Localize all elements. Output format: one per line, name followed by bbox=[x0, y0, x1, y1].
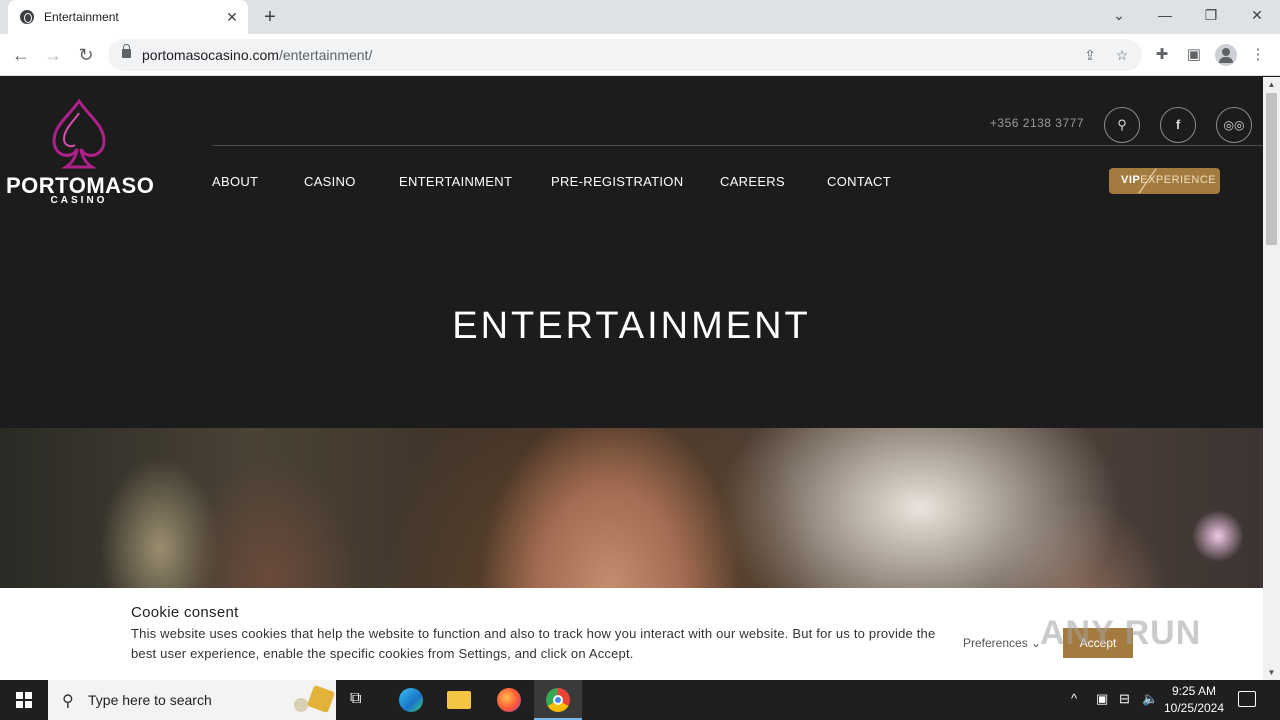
volume-icon[interactable]: 🔈 bbox=[1142, 691, 1158, 707]
nav-casino[interactable]: CASINO bbox=[304, 174, 356, 189]
start-button[interactable] bbox=[0, 680, 48, 720]
nav-about[interactable]: ABOUT bbox=[212, 174, 258, 189]
logo-subtitle: CASINO bbox=[50, 195, 108, 206]
folder-icon bbox=[447, 691, 471, 709]
task-view-button[interactable]: ⧉ bbox=[336, 680, 384, 720]
search-highlight-icon bbox=[294, 698, 308, 712]
globe-icon bbox=[20, 10, 34, 24]
firefox-icon bbox=[497, 688, 521, 712]
header-divider bbox=[212, 145, 1263, 146]
clock-date[interactable]: 10/25/2024 bbox=[1160, 701, 1228, 715]
search-placeholder: Type here to search bbox=[88, 692, 212, 708]
taskbar-file-explorer[interactable] bbox=[435, 680, 483, 720]
search-highlight-image bbox=[306, 684, 336, 714]
browser-tab[interactable]: Entertainment ✕ bbox=[8, 0, 248, 34]
page-title: ENTERTAINMENT bbox=[452, 305, 811, 347]
edge-icon bbox=[399, 688, 423, 712]
anyrun-watermark: ANY RUN bbox=[1040, 614, 1202, 652]
share-icon[interactable]: ⇪ bbox=[1080, 45, 1100, 65]
meet-now-icon[interactable]: ▣ bbox=[1096, 691, 1108, 707]
nav-pre-registration[interactable]: PRE-REGISTRATION bbox=[551, 174, 683, 189]
new-tab-button[interactable]: + bbox=[258, 5, 282, 29]
page-scrollbar[interactable]: ▲ ▼ bbox=[1263, 77, 1280, 680]
taskbar-search[interactable]: ⚲ Type here to search bbox=[48, 680, 336, 720]
profile-avatar-icon[interactable] bbox=[1215, 44, 1237, 66]
network-icon[interactable]: ⊟ bbox=[1119, 691, 1130, 707]
taskbar-chrome[interactable] bbox=[534, 680, 582, 720]
scroll-up-arrow-icon[interactable]: ▲ bbox=[1267, 80, 1276, 89]
browser-tab-bar: Entertainment ✕ + ⌄ — ❐ ✕ bbox=[0, 0, 1280, 34]
minimize-button[interactable]: — bbox=[1142, 0, 1188, 30]
preferences-button[interactable]: Preferences ⌄ bbox=[963, 636, 1041, 650]
cookie-description: This website uses cookies that help the … bbox=[131, 626, 936, 661]
show-hidden-icons-chevron-icon[interactable]: ^ bbox=[1071, 691, 1077, 706]
taskbar-firefox[interactable] bbox=[485, 680, 533, 720]
nav-careers[interactable]: CAREERS bbox=[720, 174, 785, 189]
tab-title: Entertainment bbox=[44, 10, 119, 24]
forward-arrow-icon[interactable]: → bbox=[40, 42, 66, 68]
back-arrow-icon[interactable]: ← bbox=[8, 42, 34, 68]
address-bar[interactable]: portomasocasino.com/entertainment/ ⇪ ☆ bbox=[108, 39, 1142, 71]
star-icon[interactable]: ☆ bbox=[1112, 45, 1132, 65]
windows-taskbar: ⚲ Type here to search ⧉ ^ ▣ ⊟ 🔈 9:25 AM … bbox=[0, 680, 1280, 720]
close-window-button[interactable]: ✕ bbox=[1234, 0, 1280, 30]
web-page: PORTOMASO CASINO +356 2138 3777 ⚲ f ◎◎ A… bbox=[0, 77, 1263, 680]
lock-icon bbox=[122, 44, 131, 58]
browser-toolbar: ← → ↻ portomasocasino.com/entertainment/… bbox=[0, 34, 1280, 76]
cookie-title: Cookie consent bbox=[131, 604, 239, 621]
task-view-icon: ⧉ bbox=[350, 690, 362, 707]
side-panel-icon[interactable]: ▣ bbox=[1183, 44, 1205, 66]
portomaso-logo[interactable]: PORTOMASO CASINO bbox=[6, 99, 154, 209]
close-tab-icon[interactable]: ✕ bbox=[222, 7, 242, 27]
taskbar-edge[interactable] bbox=[387, 680, 435, 720]
clock-time[interactable]: 9:25 AM bbox=[1160, 684, 1228, 698]
nav-entertainment[interactable]: ENTERTAINMENT bbox=[399, 174, 512, 189]
vip-label: VIPEXPERIENCE bbox=[1121, 174, 1217, 186]
facebook-icon[interactable]: f bbox=[1160, 107, 1196, 143]
nav-contact[interactable]: CONTACT bbox=[827, 174, 891, 189]
tripadvisor-icon[interactable]: ◎◎ bbox=[1216, 107, 1252, 143]
vip-experience-button[interactable]: VIPEXPERIENCE bbox=[1109, 168, 1220, 194]
notification-center-icon[interactable] bbox=[1238, 691, 1256, 707]
scroll-thumb[interactable] bbox=[1266, 93, 1277, 245]
restore-button[interactable]: ❐ bbox=[1188, 0, 1234, 30]
chrome-center-icon bbox=[553, 695, 563, 705]
cookie-consent-banner: Cookie consent This website uses cookies… bbox=[0, 588, 1263, 680]
windows-logo-icon bbox=[16, 692, 32, 708]
search-icon[interactable]: ⚲ bbox=[1104, 107, 1140, 143]
reload-icon[interactable]: ↻ bbox=[73, 42, 99, 68]
phone-number[interactable]: +356 2138 3777 bbox=[960, 116, 1084, 130]
spade-logo-icon bbox=[52, 99, 106, 169]
search-icon: ⚲ bbox=[62, 693, 74, 710]
menu-kebab-icon[interactable]: ⋮ bbox=[1247, 44, 1269, 66]
url-text: portomasocasino.com/entertainment/ bbox=[142, 47, 373, 63]
extensions-icon[interactable]: ✚ bbox=[1151, 44, 1173, 66]
scroll-down-arrow-icon[interactable]: ▼ bbox=[1267, 668, 1276, 677]
tab-search-icon[interactable]: ⌄ bbox=[1096, 0, 1142, 30]
